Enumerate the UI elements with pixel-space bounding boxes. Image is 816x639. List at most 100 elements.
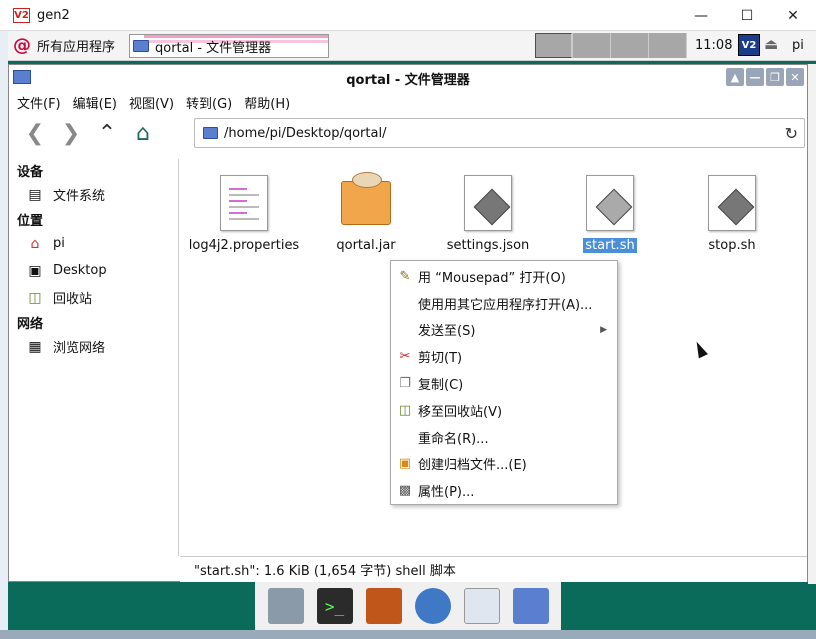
- menu-item-open-with-other[interactable]: 使用用其它应用程序打开(A)...: [391, 290, 617, 317]
- eject-icon[interactable]: ⏏: [764, 35, 786, 55]
- file-item-selected[interactable]: start.sh: [550, 174, 670, 253]
- sidebar-item-filesystem[interactable]: ▤ 文件系统: [9, 181, 178, 208]
- menu-edit[interactable]: 编辑(E): [73, 93, 117, 112]
- script-file-icon: [585, 174, 635, 232]
- file-name: stop.sh: [708, 238, 756, 253]
- applications-menu-button[interactable]: 所有应用程序: [37, 36, 115, 55]
- vnc-titlebar: V2 gen2 — ☐ ✕: [0, 0, 816, 31]
- background-window-strip-right: [808, 64, 816, 584]
- shade-icon[interactable]: ▲: [726, 68, 744, 86]
- background-window-bottom: [0, 630, 816, 639]
- script-file-icon: [707, 174, 757, 232]
- file-manager-title: qortal - 文件管理器: [346, 72, 470, 88]
- sidebar-item-label: 文件系统: [53, 189, 106, 204]
- menu-item-cut[interactable]: ✂ 剪切(T): [391, 343, 617, 370]
- toolbar: ❮ ❯ ⌃ ⌂ /home/pi/Desktop/qortal/ ↻: [9, 113, 807, 153]
- vnc-window-controls: — ☐ ✕: [678, 0, 816, 31]
- menu-item-label: 属性(P)...: [418, 485, 475, 501]
- json-file-icon: [463, 174, 513, 232]
- file-item[interactable]: settings.json: [428, 174, 548, 253]
- location-path: /home/pi/Desktop/qortal/: [224, 125, 387, 141]
- menu-item-label: 剪切(T): [418, 351, 463, 367]
- minimize-icon[interactable]: —: [746, 68, 764, 86]
- menu-view[interactable]: 视图(V): [129, 93, 174, 112]
- debian-menu-icon[interactable]: @: [12, 35, 32, 56]
- sidebar-item-network[interactable]: ▦ 浏览网络: [9, 333, 178, 360]
- submenu-arrow-icon: ▶: [600, 324, 607, 335]
- panel-clock[interactable]: 11:08: [695, 38, 732, 53]
- maximize-icon[interactable]: ❐: [766, 68, 784, 86]
- workspace-3[interactable]: [611, 33, 649, 58]
- menu-item-open-with-mousepad[interactable]: ✎ 用 “Mousepad” 打开(O): [391, 263, 617, 290]
- panel-user[interactable]: pi: [792, 38, 804, 53]
- harddisk-launcher-icon[interactable]: [267, 588, 304, 624]
- close-icon[interactable]: ✕: [770, 0, 816, 31]
- menu-help[interactable]: 帮助(H): [244, 93, 290, 112]
- status-bar: "start.sh": 1.6 KiB (1,654 字节) shell 脚本: [180, 556, 807, 582]
- menu-item-move-to-trash[interactable]: ◫ 移至回收站(V): [391, 397, 617, 424]
- menu-item-copy[interactable]: ❐ 复制(C): [391, 370, 617, 397]
- taskbar-button-file-manager[interactable]: qortal - 文件管理器: [129, 34, 329, 58]
- workspace-2[interactable]: [573, 33, 611, 58]
- network-icon: ▦: [28, 338, 42, 355]
- menu-item-send-to[interactable]: 发送至(S) ▶: [391, 317, 617, 344]
- places-heading: 位置: [17, 213, 44, 229]
- sidebar-item-home[interactable]: ⌂ pi: [9, 230, 178, 257]
- menu-item-label: 移至回收站(V): [418, 404, 503, 420]
- file-manager-titlebar: qortal - 文件管理器 ▲ — ❐ ✕: [9, 65, 807, 91]
- background-window-strip: [0, 31, 8, 639]
- file-name: log4j2.properties: [188, 238, 300, 253]
- menu-go[interactable]: 转到(G): [186, 93, 232, 112]
- context-menu: ✎ 用 “Mousepad” 打开(O) 使用用其它应用程序打开(A)... 发…: [390, 260, 618, 505]
- menu-item-label: 发送至(S): [418, 324, 476, 340]
- menu-item-properties[interactable]: ▩ 属性(P)...: [391, 477, 617, 504]
- menubar: 文件(F) 编辑(E) 视图(V) 转到(G) 帮助(H): [9, 91, 807, 113]
- menu-item-label: 用 “Mousepad” 打开(O): [418, 270, 566, 286]
- taskbar-button-label: qortal - 文件管理器: [155, 40, 272, 56]
- file-name: start.sh: [583, 238, 637, 253]
- sidebar-item-trash[interactable]: ◫ 回收站: [9, 284, 178, 311]
- back-icon[interactable]: ❮: [17, 115, 53, 151]
- trash-icon: ◫: [28, 289, 42, 306]
- file-manager-launcher-icon[interactable]: [512, 588, 549, 624]
- vnc-window-title: gen2: [37, 7, 70, 23]
- menu-item-label: 使用用其它应用程序打开(A)...: [418, 297, 593, 313]
- up-icon[interactable]: ⌃: [89, 115, 125, 151]
- home-folder-icon: ⌂: [30, 235, 40, 252]
- home-icon[interactable]: ⌂: [125, 115, 161, 151]
- minimize-icon[interactable]: —: [678, 0, 724, 31]
- file-item[interactable]: qortal.jar: [306, 172, 426, 253]
- close-icon[interactable]: ✕: [786, 68, 804, 86]
- workspace-4[interactable]: [649, 33, 687, 58]
- sidebar-item-desktop[interactable]: ▣ Desktop: [9, 257, 178, 284]
- side-pane: 设备 ▤ 文件系统 位置 ⌂ pi ▣ Desktop ◫ 回收站 网络 ▦ 浏…: [9, 159, 179, 556]
- menu-file[interactable]: 文件(F): [17, 93, 61, 112]
- web-browser-launcher-icon[interactable]: [414, 588, 451, 624]
- properties-icon: ▩: [398, 483, 412, 499]
- maximize-icon[interactable]: ☐: [724, 0, 770, 31]
- vnc-tray-icon[interactable]: V2: [738, 34, 760, 56]
- book-launcher-icon[interactable]: [365, 588, 402, 624]
- copy-icon: ❐: [399, 376, 411, 392]
- application-dock: >_: [255, 582, 561, 630]
- file-name: qortal.jar: [336, 238, 396, 253]
- menu-item-label: 创建归档文件...(E): [418, 458, 527, 474]
- network-heading: 网络: [17, 316, 44, 332]
- file-item[interactable]: log4j2.properties: [184, 174, 304, 253]
- folder-icon: [535, 33, 572, 58]
- reload-icon[interactable]: ↻: [785, 124, 798, 143]
- sidebar-item-label: 浏览网络: [53, 341, 106, 356]
- terminal-launcher-icon[interactable]: >_: [316, 588, 353, 624]
- document-viewer-launcher-icon[interactable]: [463, 588, 500, 624]
- file-item[interactable]: stop.sh: [672, 174, 792, 253]
- scissors-icon: ✂: [399, 349, 411, 365]
- devices-heading: 设备: [17, 164, 44, 180]
- archive-icon: ▣: [398, 456, 412, 472]
- menu-item-create-archive[interactable]: ▣ 创建归档文件...(E): [391, 451, 617, 478]
- location-bar[interactable]: /home/pi/Desktop/qortal/ ↻: [194, 118, 805, 148]
- sidebar-item-label: 回收站: [53, 292, 93, 307]
- menu-item-rename[interactable]: 重命名(R)...: [391, 424, 617, 451]
- forward-icon[interactable]: ❯: [53, 115, 89, 151]
- workspace-1[interactable]: [535, 33, 573, 58]
- menu-item-label: 复制(C): [418, 378, 464, 394]
